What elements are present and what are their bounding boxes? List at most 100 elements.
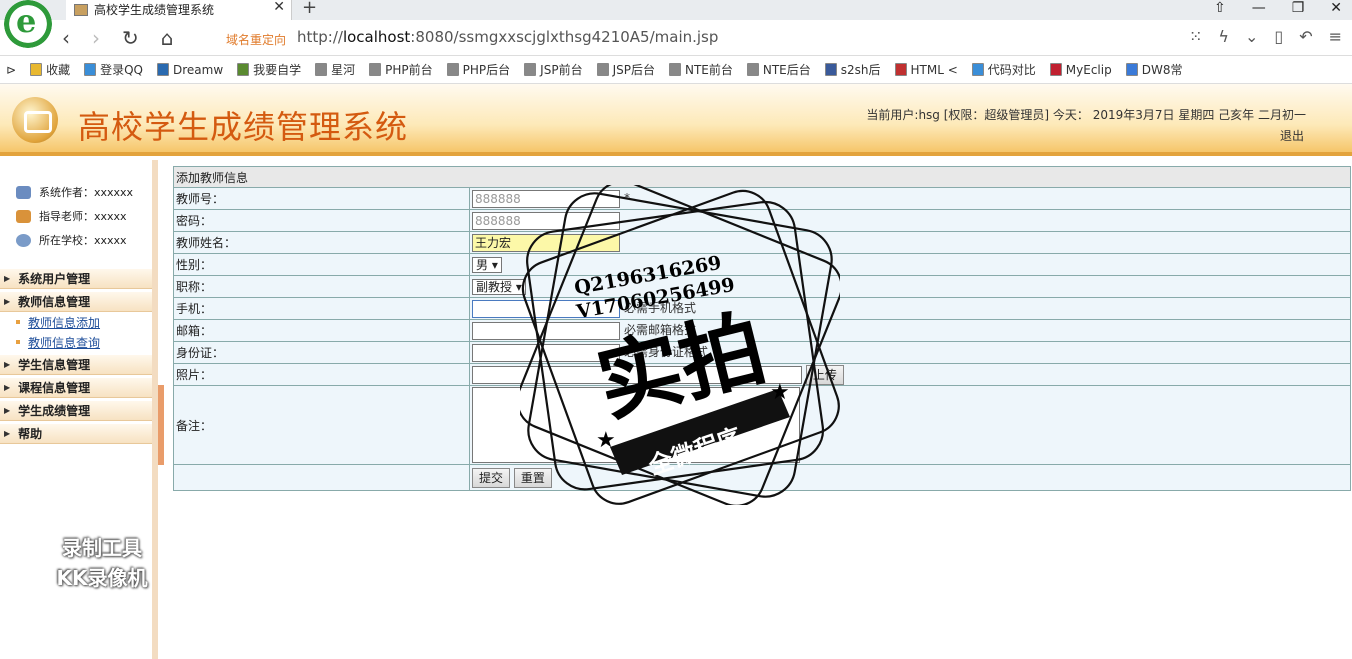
email-label: 邮箱： <box>173 319 470 342</box>
bookmark-icon <box>1049 63 1062 76</box>
menu-teacher-info[interactable]: ▶ 教师信息管理 <box>0 292 152 312</box>
menu-system-users[interactable]: ▶ 系统用户管理 <box>0 269 152 289</box>
phone-label: 手机： <box>173 297 470 320</box>
bookmark-item[interactable]: 星河 <box>315 61 355 78</box>
redirect-label[interactable]: 域名重定向 <box>226 31 286 48</box>
email-hint: 必需邮箱格式 <box>624 323 697 338</box>
bookmark-icon <box>971 63 984 76</box>
menu-scores[interactable]: ▶ 学生成绩管理 <box>0 401 152 421</box>
reset-button[interactable]: 重置 <box>513 467 552 488</box>
url-path: :8080/ssmgxxscjglxthsg4210A5/main.jsp <box>410 28 719 46</box>
bookmark-item[interactable]: 收藏 <box>30 61 70 78</box>
idcard-input[interactable] <box>472 343 620 362</box>
app-header: 高校学生成绩管理系统 当前用户:hsg [权限：超级管理员] 今天： 2019年… <box>0 84 1352 156</box>
idcard-hint: 必需身份证格式 <box>624 345 709 360</box>
bookmark-item[interactable]: 登录QQ <box>84 61 143 78</box>
recorder-badge: 录制工具 KK录像机 <box>32 533 172 593</box>
author-info: 系统作者：xxxxxx <box>16 180 152 204</box>
bullet-icon <box>16 320 20 324</box>
url-host: localhost <box>342 28 411 46</box>
teacher-name-input[interactable]: 王力宏 <box>472 233 620 252</box>
upload-button[interactable]: 上传 <box>805 364 844 385</box>
phone-input[interactable] <box>472 299 620 318</box>
pin-icon[interactable]: ⇧ <box>1214 0 1226 16</box>
bookmark-item[interactable]: s2sh后 <box>824 61 881 78</box>
bookmark-item[interactable]: MyEclip <box>1049 63 1112 77</box>
teacher-name-label: 教师姓名： <box>173 231 470 254</box>
bookmark-icon <box>894 63 907 76</box>
arrow-right-icon: ▶ <box>4 429 11 438</box>
bookmark-item[interactable]: 代码对比 <box>971 61 1036 78</box>
lightning-icon[interactable]: ϟ <box>1218 27 1229 46</box>
main-content: 添加教师信息 教师号： 888888 * 密码： 888888 教师姓名： 王力宏… <box>173 166 1351 491</box>
bookmark-item[interactable]: DW8常 <box>1125 61 1182 78</box>
url-prefix: http:// <box>297 28 343 46</box>
bookmark-item[interactable]: 我要自学 <box>237 61 301 78</box>
photo-label: 照片： <box>173 363 470 386</box>
home-icon[interactable]: ⌂ <box>161 26 174 50</box>
bookmark-item[interactable]: Dreamw <box>156 63 223 77</box>
arrow-right-icon: ▶ <box>4 406 11 415</box>
tab-close-icon[interactable]: ✕ <box>273 0 285 14</box>
browser-logo-icon: e <box>4 0 52 48</box>
submit-button[interactable]: 提交 <box>472 467 511 488</box>
bookmarks-bar: ⊳ 收藏 登录QQ Dreamw 我要自学 星河 PHP前台 PHP后台 JSP前台 JSP后台… <box>0 56 1352 84</box>
bookmark-icon <box>1125 63 1138 76</box>
remark-label: 备注： <box>173 385 470 465</box>
bookmark-item[interactable]: PHP前台 <box>369 61 433 78</box>
browser-navbar: ‹ › ↻ ⌂ 域名重定向 http://localhost:8080/ssmg… <box>0 20 1352 56</box>
bookmark-item[interactable]: JSP前台 <box>524 61 583 78</box>
window-controls: ⇧ — ❐ ✕ <box>1214 0 1352 16</box>
bookmark-icon <box>524 63 537 76</box>
menu-teacher-add[interactable]: 教师信息添加 <box>0 312 152 332</box>
bookmark-icon <box>237 63 250 76</box>
apps-icon[interactable]: ⁙ <box>1189 27 1202 46</box>
sidebar-splitter[interactable] <box>158 385 164 465</box>
logout-link[interactable]: 退出 <box>1280 127 1304 144</box>
minimize-icon[interactable]: — <box>1252 0 1266 16</box>
remark-textarea[interactable] <box>472 387 800 463</box>
address-bar[interactable]: http://localhost:8080/ssmgxxscjglxthsg42… <box>297 28 718 46</box>
title-label: 职称： <box>173 275 470 298</box>
password-input[interactable]: 888888 <box>472 211 620 230</box>
bookmark-item[interactable]: NTE前台 <box>668 61 733 78</box>
bullet-icon <box>16 340 20 344</box>
undo-icon[interactable]: ↶ <box>1299 27 1312 46</box>
form-caption: 添加教师信息 <box>173 166 1351 188</box>
close-window-icon[interactable]: ✕ <box>1330 0 1342 16</box>
back-icon[interactable]: ‹ <box>62 26 70 50</box>
refresh-icon[interactable]: ↻ <box>122 26 139 50</box>
teacher-no-input[interactable]: 888888 <box>472 189 620 208</box>
email-input[interactable] <box>472 321 620 340</box>
bookmark-item[interactable]: HTML < <box>894 63 958 77</box>
arrow-right-icon: ▶ <box>4 274 11 283</box>
arrow-right-icon: ▶ <box>4 297 11 306</box>
bookmark-item[interactable]: JSP后台 <box>596 61 655 78</box>
browser-tabbar: e 高校学生成绩管理系统 ✕ + ⇧ — ❐ ✕ <box>0 0 1352 48</box>
page-title: 高校学生成绩管理系统 <box>78 108 409 146</box>
gender-select[interactable]: 男 ▾ <box>472 256 502 273</box>
bookmarks-toggle-icon[interactable]: ⊳ <box>6 63 16 77</box>
title-select[interactable]: 副教授 ▾ <box>472 278 526 295</box>
bookmark-icon <box>84 63 97 76</box>
bookmark-icon <box>596 63 609 76</box>
photo-input[interactable] <box>472 365 802 384</box>
new-tab-icon[interactable]: + <box>302 0 317 18</box>
bookmark-item[interactable]: PHP后台 <box>446 61 510 78</box>
browser-tab[interactable]: 高校学生成绩管理系统 ✕ <box>66 0 292 20</box>
restore-icon[interactable]: ❐ <box>1292 0 1305 16</box>
bookmark-item[interactable]: NTE后台 <box>746 61 811 78</box>
app-logo-icon <box>12 97 58 143</box>
menu-teacher-query[interactable]: 教师信息查询 <box>0 332 152 352</box>
dropdown-icon[interactable]: ⌄ <box>1245 27 1258 46</box>
bookmark-icon <box>746 63 759 76</box>
teacher-form: 添加教师信息 教师号： 888888 * 密码： 888888 教师姓名： 王力宏… <box>173 166 1351 491</box>
menu-help[interactable]: ▶ 帮助 <box>0 424 152 444</box>
bookmark-icon <box>30 63 43 76</box>
menu-student-info[interactable]: ▶ 学生信息管理 <box>0 355 152 375</box>
menu-course-info[interactable]: ▶ 课程信息管理 <box>0 378 152 398</box>
menu-icon[interactable]: ≡ <box>1329 27 1342 46</box>
bookmark-icon <box>369 63 382 76</box>
bookmark-icon[interactable]: ▯ <box>1274 27 1283 46</box>
forward-icon[interactable]: › <box>92 26 100 50</box>
